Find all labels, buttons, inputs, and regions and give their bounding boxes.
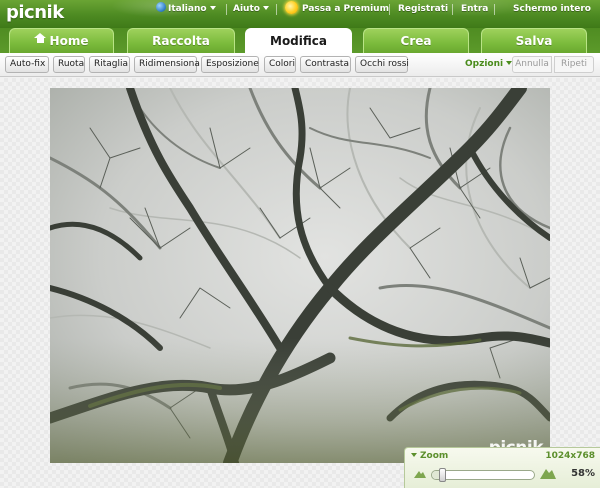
photo-preview[interactable]: picnik xyxy=(50,88,550,463)
help-label: Aiuto xyxy=(233,4,260,14)
tab-home[interactable]: Home xyxy=(9,28,114,53)
tab-home-label: Home xyxy=(49,34,89,48)
chevron-down-icon xyxy=(209,6,216,10)
language-menu[interactable]: Italiano xyxy=(156,0,216,18)
redo-button[interactable]: Ripeti xyxy=(554,56,594,73)
zoom-in-icon[interactable] xyxy=(539,466,557,480)
red-eye-button[interactable]: Occhi rossi xyxy=(355,56,409,73)
tab-modifica[interactable]: Modifica xyxy=(245,28,352,53)
foggy-trees-photo xyxy=(50,88,550,463)
login-link[interactable]: Entra xyxy=(461,0,488,18)
tab-raccolta[interactable]: Raccolta xyxy=(127,28,235,53)
nav-divider xyxy=(494,4,495,15)
tab-raccolta-label: Raccolta xyxy=(152,34,210,48)
colors-button[interactable]: Colori xyxy=(264,56,296,73)
zoom-toggle[interactable]: Zoom xyxy=(411,450,448,462)
chevron-down-icon xyxy=(411,453,417,457)
premium-link[interactable]: Passa a Premium xyxy=(285,0,389,18)
tab-crea[interactable]: Crea xyxy=(363,28,469,53)
nav-divider xyxy=(389,4,390,15)
exposure-button[interactable]: Esposizione xyxy=(201,56,259,73)
sun-icon xyxy=(285,1,298,14)
fullscreen-link[interactable]: Schermo intero xyxy=(513,0,591,18)
undo-button[interactable]: Annulla xyxy=(512,56,552,73)
nav-divider xyxy=(276,4,277,15)
tab-salva-label: Salva xyxy=(515,34,553,48)
main-tab-strip: Home Raccolta Modifica Crea Salva xyxy=(0,28,600,53)
globe-icon xyxy=(156,2,166,12)
auto-fix-button[interactable]: Auto-fix xyxy=(5,56,49,73)
tab-salva[interactable]: Salva xyxy=(481,28,587,53)
zoom-percent: 58% xyxy=(571,468,595,479)
register-link[interactable]: Registrati xyxy=(398,0,448,18)
crop-button[interactable]: Ritaglia xyxy=(89,56,130,73)
resize-button[interactable]: Ridimensiona xyxy=(134,56,200,73)
sharpen-button[interactable]: Contrasta xyxy=(300,56,351,73)
zoom-out-icon[interactable] xyxy=(413,468,427,479)
zoom-slider[interactable] xyxy=(431,468,535,482)
nav-divider xyxy=(226,4,227,15)
zoom-label: Zoom xyxy=(420,451,449,461)
image-dimensions: 1024x768 xyxy=(545,451,595,461)
home-icon xyxy=(33,33,46,46)
language-label: Italiano xyxy=(168,4,207,14)
tab-crea-label: Crea xyxy=(400,34,432,48)
rotate-button[interactable]: Ruota xyxy=(53,56,85,73)
picnik-logo[interactable]: picnik xyxy=(6,3,64,23)
options-dropdown[interactable]: Opzioni xyxy=(465,56,513,73)
chevron-down-icon xyxy=(262,6,269,10)
premium-label: Passa a Premium xyxy=(302,4,389,14)
nav-divider xyxy=(452,4,453,15)
edit-toolbar: Auto-fix Ruota Ritaglia Ridimensiona Esp… xyxy=(0,53,600,77)
zoom-panel: Zoom 1024x768 58% xyxy=(404,447,600,488)
editor-canvas: picnik xyxy=(0,78,600,488)
help-menu[interactable]: Aiuto xyxy=(233,0,269,18)
tab-modifica-label: Modifica xyxy=(270,34,327,48)
options-label: Opzioni xyxy=(465,59,504,69)
zoom-slider-thumb[interactable] xyxy=(439,468,447,482)
top-banner: picnik Italiano Aiuto Passa a Premium Re… xyxy=(0,0,600,28)
